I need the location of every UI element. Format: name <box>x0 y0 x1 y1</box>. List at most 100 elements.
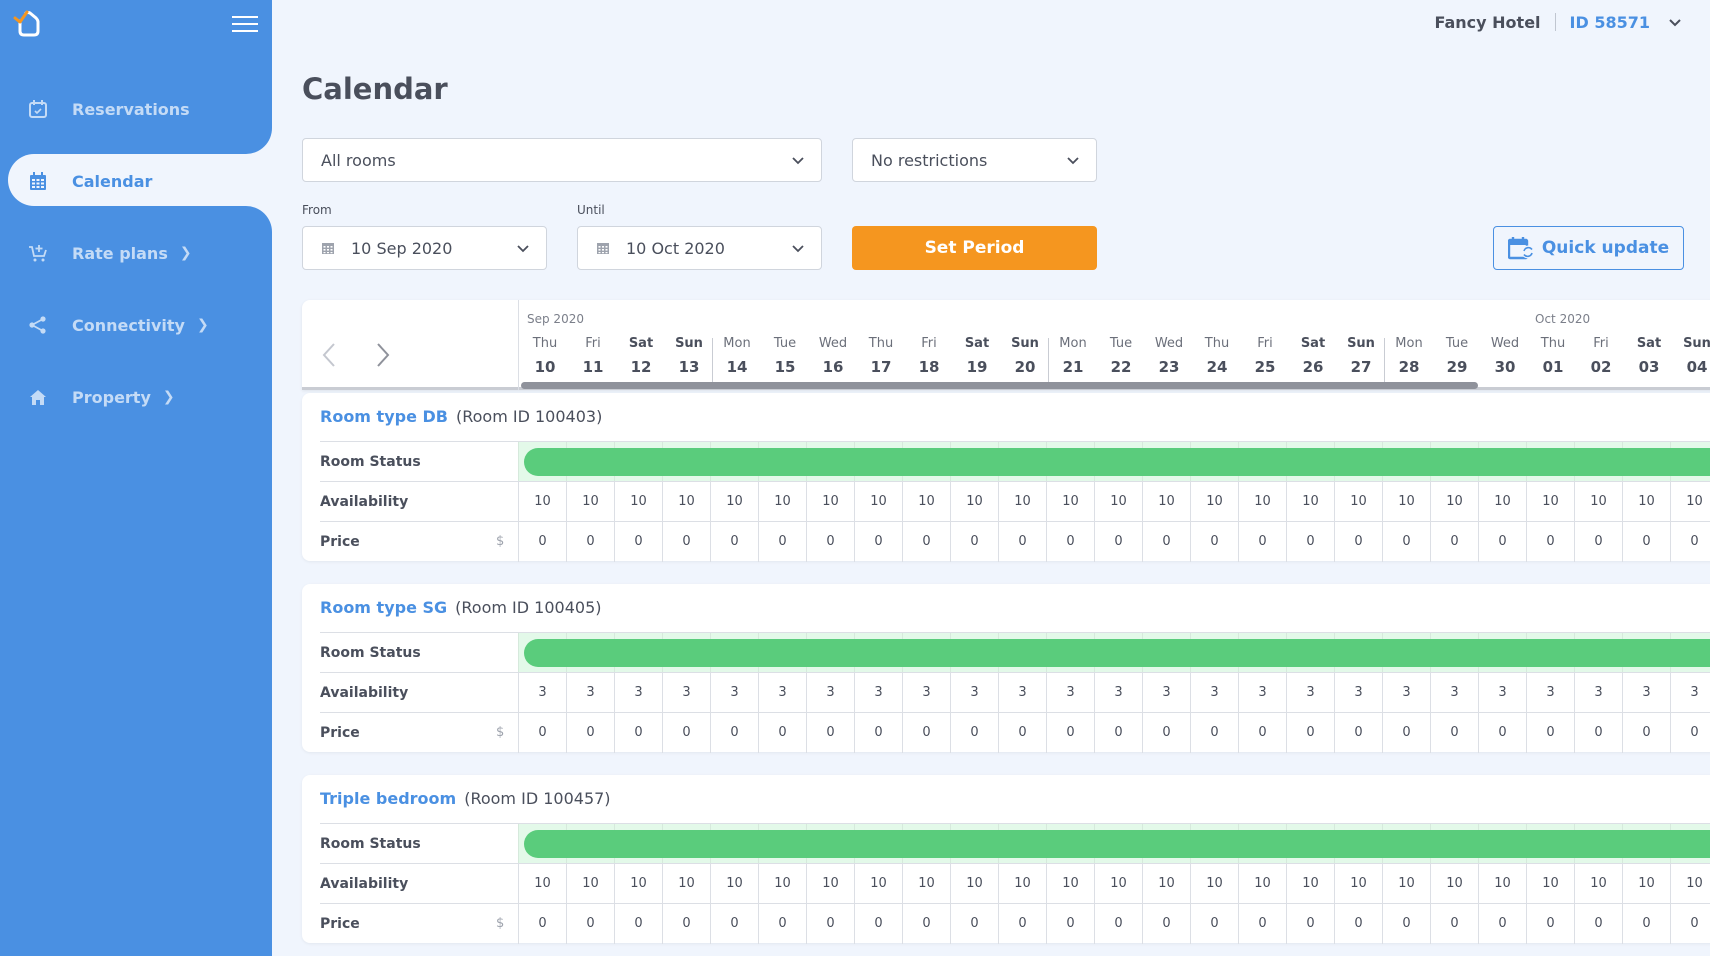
price-cell[interactable]: 0 <box>518 713 566 753</box>
price-cell[interactable]: 0 <box>854 522 902 562</box>
price-cell[interactable]: 0 <box>902 904 950 944</box>
availability-cell[interactable]: 3 <box>1190 673 1238 713</box>
price-cell[interactable]: 0 <box>1478 522 1526 562</box>
price-cell[interactable]: 0 <box>902 522 950 562</box>
price-cell[interactable]: 0 <box>1142 904 1190 944</box>
price-cell[interactable]: 0 <box>950 522 998 562</box>
price-cell[interactable]: 0 <box>1286 522 1334 562</box>
price-cell[interactable]: 0 <box>806 904 854 944</box>
availability-cell[interactable]: 10 <box>806 482 854 522</box>
price-cell[interactable]: 0 <box>1430 904 1478 944</box>
availability-cell[interactable]: 3 <box>1670 673 1710 713</box>
availability-cell[interactable]: 10 <box>950 864 998 904</box>
price-cell[interactable]: 0 <box>1478 904 1526 944</box>
price-cell[interactable]: 0 <box>1094 522 1142 562</box>
availability-cell[interactable]: 10 <box>1478 482 1526 522</box>
availability-cell[interactable]: 10 <box>1094 864 1142 904</box>
price-cell[interactable]: 0 <box>1142 522 1190 562</box>
price-cell[interactable]: 0 <box>1094 904 1142 944</box>
availability-cell[interactable]: 10 <box>662 482 710 522</box>
availability-cell[interactable]: 3 <box>1094 673 1142 713</box>
availability-cell[interactable]: 10 <box>1286 482 1334 522</box>
availability-cell[interactable]: 3 <box>1382 673 1430 713</box>
logo-icon[interactable] <box>12 8 42 38</box>
price-cell[interactable]: 0 <box>1286 904 1334 944</box>
price-cell[interactable]: 0 <box>566 522 614 562</box>
availability-cell[interactable]: 3 <box>758 673 806 713</box>
availability-cell[interactable]: 10 <box>854 864 902 904</box>
availability-cell[interactable]: 10 <box>710 864 758 904</box>
price-cell[interactable]: 0 <box>1670 522 1710 562</box>
price-cell[interactable]: 0 <box>614 713 662 753</box>
price-cell[interactable]: 0 <box>566 904 614 944</box>
room-name-link[interactable]: Triple bedroom <box>320 789 456 808</box>
availability-cell[interactable]: 3 <box>1574 673 1622 713</box>
availability-cell[interactable]: 3 <box>1526 673 1574 713</box>
until-date-picker[interactable]: 10 Oct 2020 <box>577 226 822 270</box>
quick-update-button[interactable]: Quick update <box>1493 226 1684 270</box>
price-cell[interactable]: 0 <box>758 522 806 562</box>
availability-cell[interactable]: 3 <box>1334 673 1382 713</box>
price-cell[interactable]: 0 <box>710 522 758 562</box>
availability-cell[interactable]: 10 <box>1190 864 1238 904</box>
availability-cell[interactable]: 3 <box>806 673 854 713</box>
availability-cell[interactable]: 10 <box>998 864 1046 904</box>
availability-cell[interactable]: 10 <box>1046 864 1094 904</box>
price-cell[interactable]: 0 <box>854 904 902 944</box>
availability-cell[interactable]: 3 <box>854 673 902 713</box>
room-status-bar[interactable] <box>524 448 1710 476</box>
from-date-picker[interactable]: 10 Sep 2020 <box>302 226 547 270</box>
horizontal-scrollbar[interactable] <box>521 382 1478 389</box>
restrictions-select[interactable]: No restrictions <box>852 138 1097 182</box>
price-cell[interactable]: 0 <box>1142 713 1190 753</box>
price-cell[interactable]: 0 <box>1190 522 1238 562</box>
availability-cell[interactable]: 10 <box>566 864 614 904</box>
price-cell[interactable]: 0 <box>710 904 758 944</box>
availability-cell[interactable]: 10 <box>1430 482 1478 522</box>
price-cell[interactable]: 0 <box>1478 713 1526 753</box>
availability-cell[interactable]: 10 <box>854 482 902 522</box>
availability-cell[interactable]: 10 <box>758 864 806 904</box>
sidebar-item-property[interactable]: Property ❯ <box>8 369 272 425</box>
price-cell[interactable]: 0 <box>1286 713 1334 753</box>
price-cell[interactable]: 0 <box>806 522 854 562</box>
price-cell[interactable]: 0 <box>710 713 758 753</box>
availability-cell[interactable]: 3 <box>1238 673 1286 713</box>
availability-cell[interactable]: 10 <box>1622 482 1670 522</box>
price-cell[interactable]: 0 <box>614 522 662 562</box>
price-cell[interactable]: 0 <box>1574 713 1622 753</box>
availability-cell[interactable]: 3 <box>518 673 566 713</box>
price-cell[interactable]: 0 <box>1622 713 1670 753</box>
availability-cell[interactable]: 10 <box>1142 482 1190 522</box>
chevron-down-icon[interactable] <box>1668 15 1682 29</box>
availability-cell[interactable]: 10 <box>806 864 854 904</box>
availability-cell[interactable]: 3 <box>1478 673 1526 713</box>
price-cell[interactable]: 0 <box>1622 522 1670 562</box>
availability-cell[interactable]: 10 <box>1094 482 1142 522</box>
availability-cell[interactable]: 10 <box>1286 864 1334 904</box>
price-cell[interactable]: 0 <box>1430 522 1478 562</box>
rooms-select[interactable]: All rooms <box>302 138 822 182</box>
price-cell[interactable]: 0 <box>1526 904 1574 944</box>
availability-cell[interactable]: 10 <box>518 864 566 904</box>
availability-cell[interactable]: 3 <box>1142 673 1190 713</box>
price-cell[interactable]: 0 <box>1574 904 1622 944</box>
price-cell[interactable]: 0 <box>1334 904 1382 944</box>
sidebar-item-reservations[interactable]: Reservations <box>8 81 272 137</box>
price-cell[interactable]: 0 <box>566 713 614 753</box>
availability-cell[interactable]: 10 <box>518 482 566 522</box>
price-cell[interactable]: 0 <box>902 713 950 753</box>
price-cell[interactable]: 0 <box>998 713 1046 753</box>
availability-cell[interactable]: 10 <box>1622 864 1670 904</box>
availability-cell[interactable]: 10 <box>1382 482 1430 522</box>
availability-cell[interactable]: 10 <box>1334 864 1382 904</box>
room-status-bar[interactable] <box>524 830 1710 858</box>
price-cell[interactable]: 0 <box>998 522 1046 562</box>
room-name-link[interactable]: Room type SG <box>320 598 447 617</box>
availability-cell[interactable]: 10 <box>1382 864 1430 904</box>
price-cell[interactable]: 0 <box>1574 522 1622 562</box>
availability-cell[interactable]: 10 <box>566 482 614 522</box>
availability-cell[interactable]: 10 <box>1526 482 1574 522</box>
price-cell[interactable]: 0 <box>518 522 566 562</box>
price-cell[interactable]: 0 <box>1670 713 1710 753</box>
